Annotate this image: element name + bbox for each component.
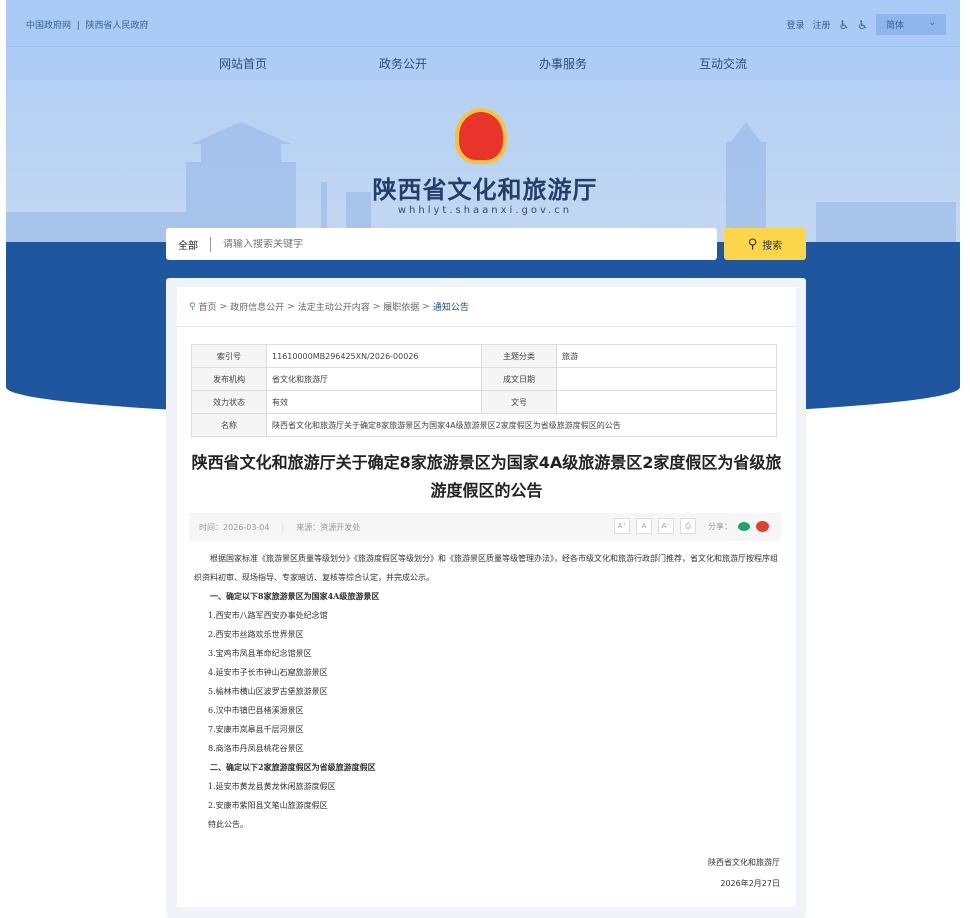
search-scope[interactable]: 全部 [166, 236, 211, 252]
font-decrease-button[interactable]: A⁻ [658, 518, 674, 534]
list-item: 6.汉中市镇巴县楮溪源景区 [208, 706, 304, 715]
index-value: 11610000MB296425XN/2026-00026 [266, 344, 482, 368]
doc-label: 文号 [481, 390, 557, 414]
intro-paragraph: 根据国家标准《旅游景区质量等级划分》《旅游度假区等级划分》和《旅游景区质量等级管… [194, 554, 778, 582]
crumb-mandatory[interactable]: 法定主动公开内容 [298, 300, 370, 313]
gov-link[interactable]: 中国政府网 [26, 21, 71, 31]
status-label: 效力状态 [191, 390, 267, 414]
doc-value [556, 390, 777, 414]
list-item: 7.安康市岚皋县千层河景区 [208, 725, 304, 734]
print-icon[interactable]: ⎙ [680, 518, 696, 534]
share-label: 分享： [708, 521, 732, 531]
publish-time: 时间：2026-03-04 [199, 522, 270, 532]
weibo-icon[interactable] [756, 520, 769, 532]
chevron-down-icon: ⌄ [928, 18, 936, 28]
list-item: 1.延安市黄龙县黄龙休闲旅游度假区 [208, 782, 336, 791]
breadcrumb: ⚲ 首页 > 政府信息公开 > 法定主动公开内容 > 履职依据 > 通知公告 [177, 287, 796, 327]
crumb-home[interactable]: 首页 [199, 300, 217, 313]
name-value: 陕西省文化和旅游厅关于确定8家旅游景区为国家4A级旅游景区2家度假区为省级旅游度… [266, 413, 777, 437]
location-icon: ⚲ [189, 301, 196, 312]
site-url: whhlyt.shaanxi.gov.cn [397, 205, 573, 216]
nav-interaction[interactable]: 互动交流 [643, 47, 803, 80]
name-label: 名称 [191, 413, 267, 437]
signer: 陕西省文化和旅游厅 [708, 858, 780, 867]
list-item: 5.榆林市横山区波罗古堡旅游景区 [208, 687, 328, 696]
login-link[interactable]: 登录 [786, 18, 804, 31]
search-input[interactable] [223, 238, 673, 250]
list-item: 1.西安市八路军西安办事处纪念馆 [208, 611, 328, 620]
closing: 特此公告。 [208, 820, 248, 829]
search-button-label: 搜索 [762, 240, 783, 252]
topic-value: 旅游 [556, 344, 777, 368]
section-heading: 一、确定以下8家旅游景区为国家4A级旅游景区 [210, 591, 380, 601]
search-button[interactable]: ⚲ 搜索 [724, 228, 806, 260]
search-icon: ⚲ [747, 236, 758, 252]
info-table: 索引号 11610000MB296425XN/2026-00026 主题分类 旅游 发… [191, 344, 777, 437]
crumb-duty[interactable]: 履职依据 [383, 300, 419, 313]
org-label: 发布机构 [191, 367, 267, 391]
national-emblem [455, 108, 507, 164]
article-title: 陕西省文化和旅游厅关于确定8家旅游景区为国家4A级旅游景区2家度假区为省级旅游度… [191, 453, 782, 500]
font-reset-button[interactable]: A [636, 518, 652, 534]
font-increase-button[interactable]: A⁺ [614, 518, 630, 534]
list-item: 8.商洛市丹凤县桃花谷景区 [208, 744, 304, 753]
sign-date: 2026年2月27日 [720, 879, 780, 888]
article-panel: ⚲ 首页 > 政府信息公开 > 法定主动公开内容 > 履职依据 > 通知公告 索引号 11… [177, 287, 796, 907]
search-box: 全部 [166, 228, 717, 260]
main-nav: 网站首页 政务公开 办事服务 互动交流 [6, 46, 960, 80]
section-heading: 二、确定以下2家旅游度假区为省级旅游度假区 [210, 762, 376, 772]
source: 来源：资源开发处 [296, 522, 361, 532]
article-meta: 时间：2026-03-04 | 来源：资源开发处 A⁺ A A⁻ ⎙ 分享： [189, 513, 781, 541]
language-label: 简体 [886, 21, 905, 31]
nav-services[interactable]: 办事服务 [483, 47, 643, 80]
crumb-current[interactable]: 通知公告 [433, 300, 469, 313]
list-item: 2.安康市紫阳县文笔山旅游度假区 [208, 801, 328, 810]
top-bar: 中国政府网 | 陕西省人民政府 登录 注册 ♿ ♿ 简体 ⌄ [6, 0, 960, 46]
crumb-info[interactable]: 政府信息公开 [230, 300, 284, 313]
article-body: 根据国家标准《旅游景区质量等级划分》《旅游度假区等级划分》和《旅游景区质量等级管… [194, 549, 784, 834]
language-select[interactable]: 简体 ⌄ [876, 14, 946, 35]
status-value: 有效 [266, 390, 482, 414]
register-link[interactable]: 注册 [812, 18, 830, 31]
nav-home[interactable]: 网站首页 [163, 47, 323, 80]
list-item: 4.延安市子长市钟山石窟旅游景区 [208, 668, 328, 677]
province-link[interactable]: 陕西省人民政府 [86, 21, 149, 31]
org-value: 省文化和旅游厅 [266, 367, 482, 391]
date-label: 成文日期 [481, 367, 557, 391]
topic-label: 主题分类 [481, 344, 557, 368]
elder-mode-icon[interactable]: ♿ [838, 18, 849, 32]
list-item: 3.宝鸡市凤县革命纪念馆景区 [208, 649, 312, 658]
site-title: 陕西省文化和旅游厅 [372, 176, 598, 204]
list-item: 2.西安市丝路欢乐世界景区 [208, 630, 304, 639]
separator: | [76, 21, 80, 31]
date-value [556, 367, 777, 391]
index-label: 索引号 [191, 344, 267, 368]
accessibility-icon[interactable]: ♿ [857, 18, 868, 32]
nav-gov-affairs[interactable]: 政务公开 [323, 47, 483, 80]
wechat-icon[interactable] [738, 521, 750, 531]
